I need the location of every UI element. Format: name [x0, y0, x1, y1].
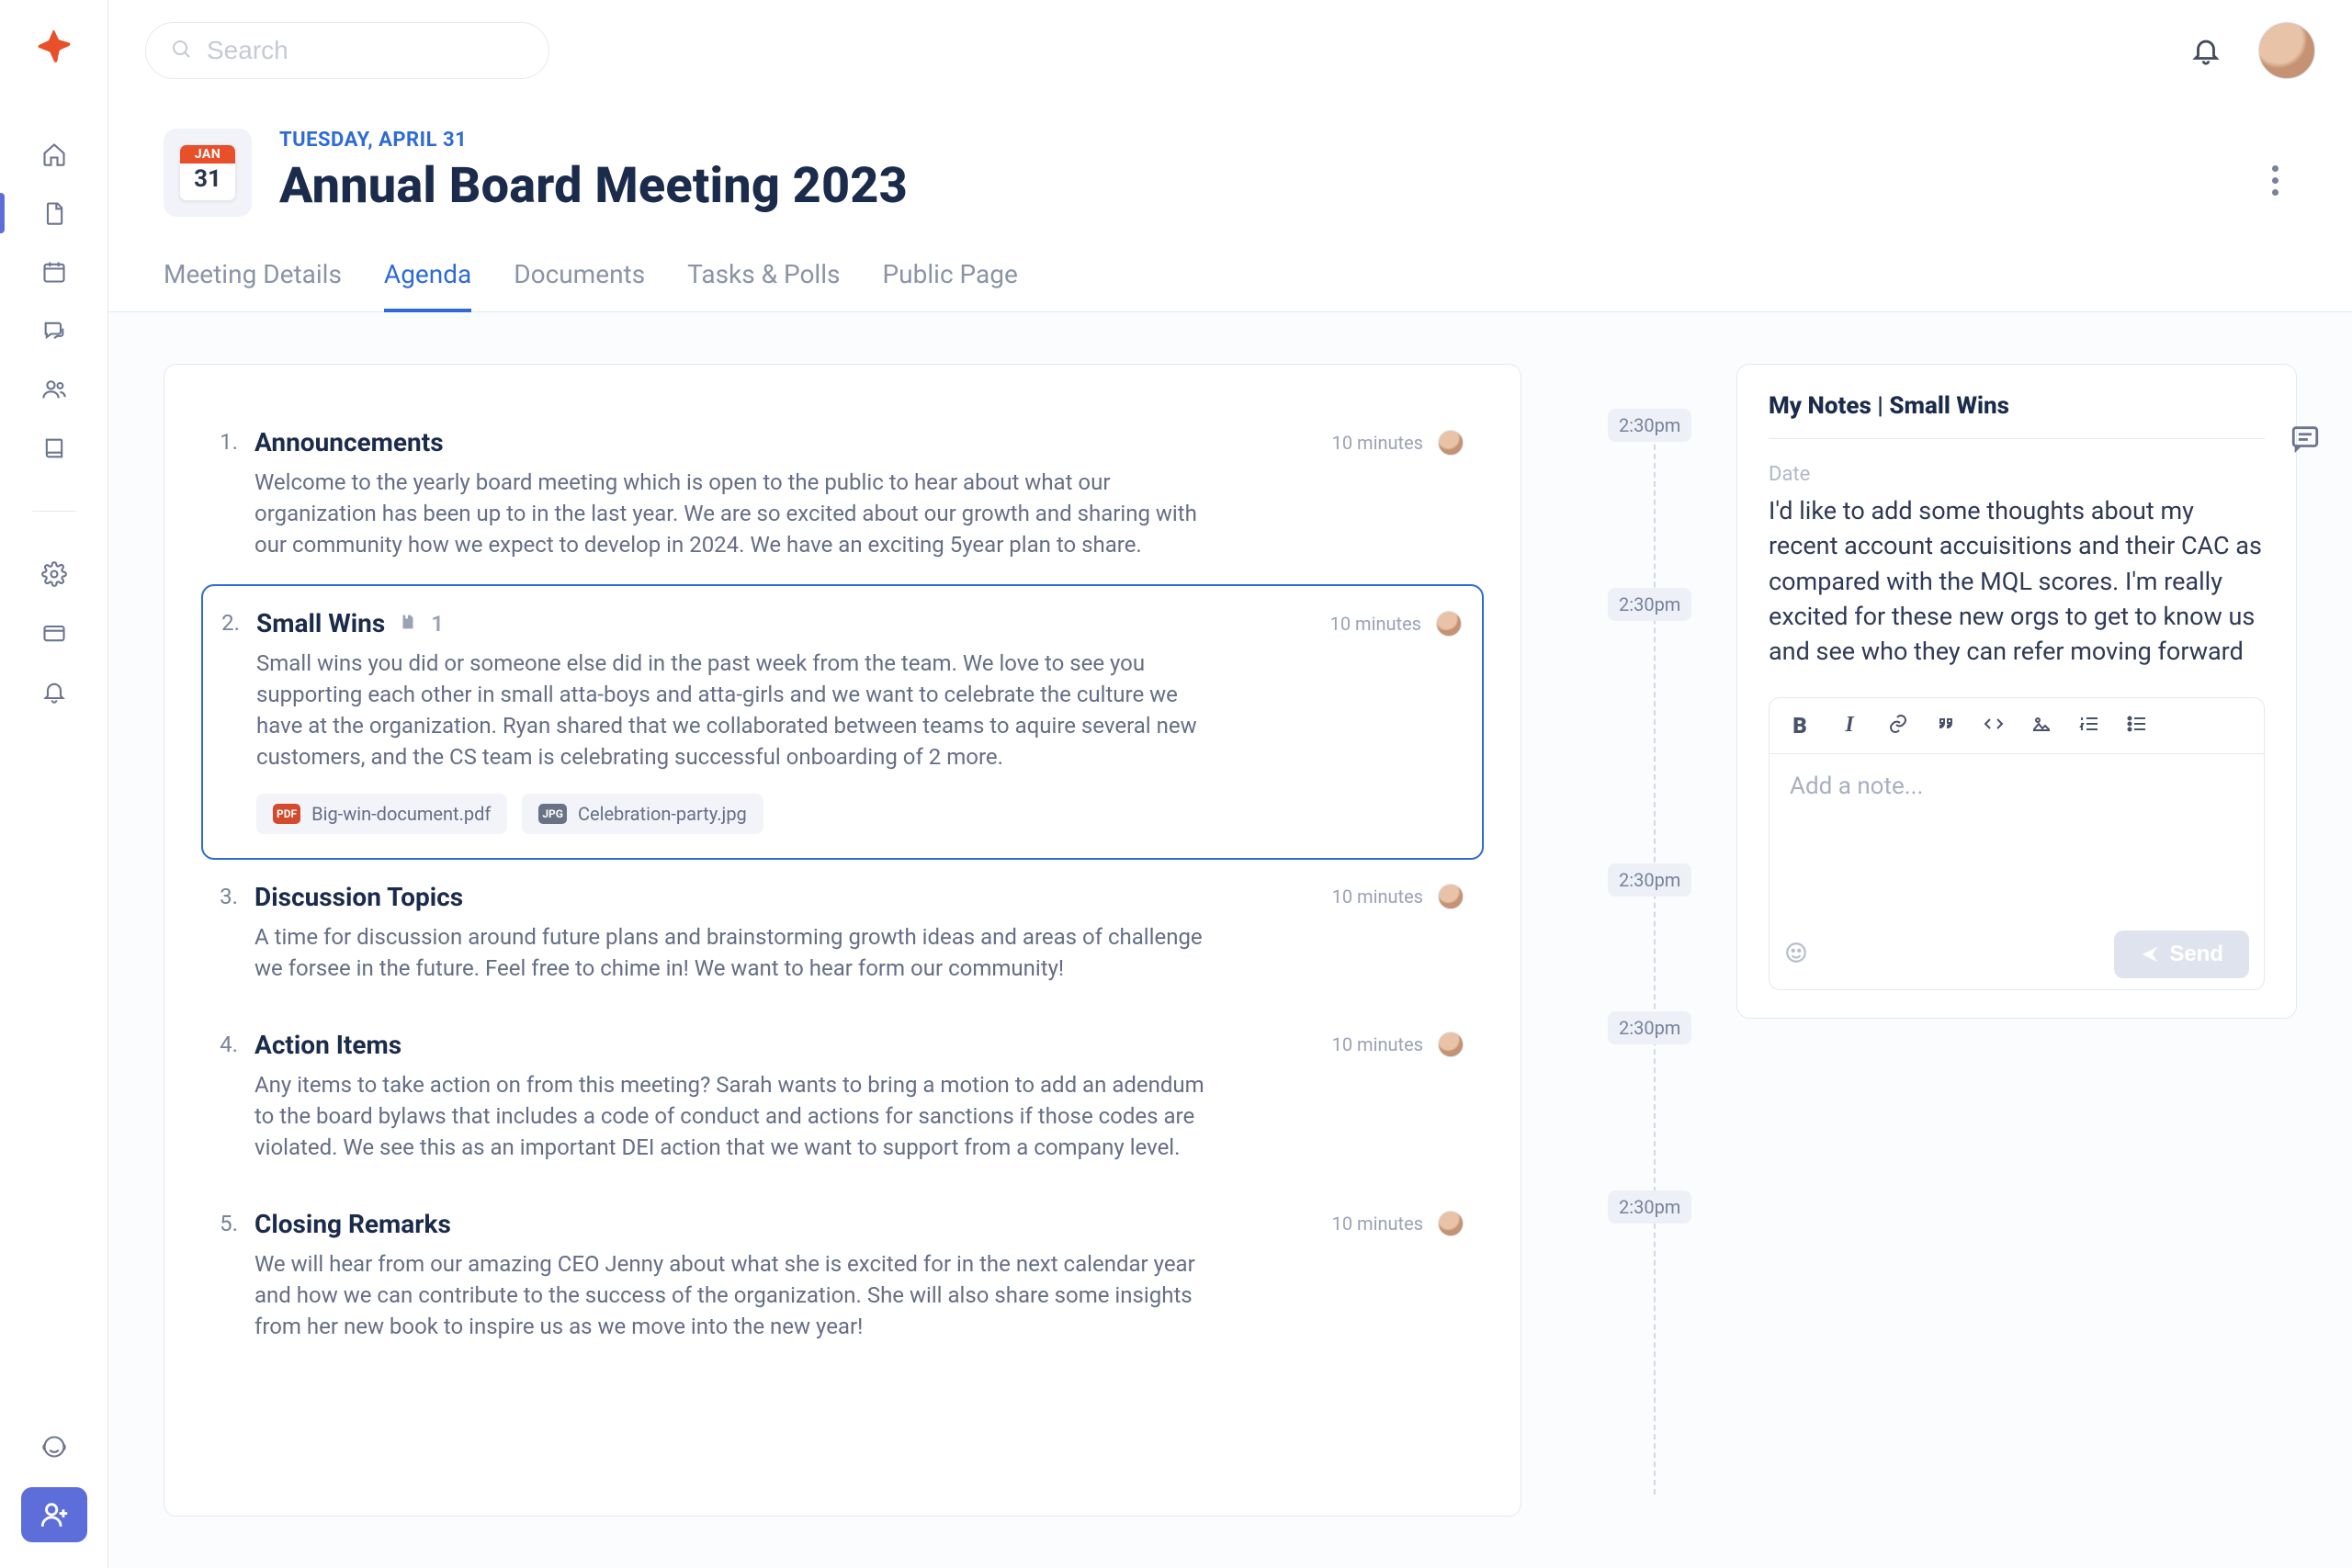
item-number: 3.	[214, 882, 238, 984]
attachment-count: 1	[431, 611, 444, 637]
item-title: Small Wins	[256, 608, 385, 638]
file-chip[interactable]: JPG Celebration-party.jpg	[522, 794, 763, 834]
agenda-item[interactable]: 1. Announcements 10 minutes Welcome to t…	[201, 405, 1484, 584]
file-name: Big-win-document.pdf	[311, 803, 491, 825]
nav-document-icon[interactable]	[40, 198, 69, 228]
more-options-icon[interactable]	[2272, 165, 2278, 196]
time-pill: 2:30pm	[1608, 1190, 1691, 1224]
header-date: TUESDAY, APRIL 31	[279, 129, 908, 152]
tab-tasks-polls[interactable]: Tasks & Polls	[687, 259, 840, 311]
search-field[interactable]	[145, 22, 549, 79]
nav-settings-icon[interactable]	[40, 559, 69, 589]
agenda-card: 1. Announcements 10 minutes Welcome to t…	[164, 364, 1521, 1517]
agenda-item[interactable]: 3. Discussion Topics 10 minutes A time f…	[201, 860, 1484, 1008]
item-duration: 10 minutes	[1332, 1033, 1423, 1055]
list-bullet-icon[interactable]	[2126, 713, 2148, 739]
nav-notifications-icon[interactable]	[40, 677, 69, 706]
italic-icon[interactable]: I	[1838, 714, 1861, 738]
tab-meeting-details[interactable]: Meeting Details	[164, 259, 342, 311]
link-icon[interactable]	[1887, 713, 1909, 739]
item-owner-avatar[interactable]	[1438, 884, 1464, 909]
item-title: Discussion Topics	[254, 882, 463, 912]
nav-calendar-icon[interactable]	[40, 257, 69, 287]
chat-rail-icon[interactable]	[2290, 423, 2321, 457]
calendar-month: JAN	[180, 145, 235, 164]
calendar-day: 31	[194, 164, 221, 193]
send-label: Send	[2169, 942, 2223, 967]
quote-icon[interactable]	[1935, 713, 1957, 739]
tab-public-page[interactable]: Public Page	[883, 259, 1018, 311]
brand-logo[interactable]	[34, 28, 74, 72]
attachment-icon	[398, 612, 418, 636]
user-avatar[interactable]	[2258, 22, 2315, 79]
nav-book-icon[interactable]	[40, 434, 69, 463]
code-icon[interactable]	[1983, 713, 2005, 739]
emoji-icon[interactable]	[1784, 941, 1808, 968]
list-ordered-icon[interactable]	[2078, 713, 2100, 739]
nav-divider	[32, 511, 76, 512]
nav-billing-icon[interactable]	[40, 618, 69, 648]
image-icon[interactable]	[2030, 713, 2052, 739]
item-description: Welcome to the yearly board meeting whic…	[254, 467, 1210, 560]
notes-panel: My Notes | Small Wins Date I'd like to a…	[1736, 364, 2297, 1019]
agenda-item[interactable]: 2. Small Wins 1 10 minutes Small wins yo…	[201, 584, 1484, 859]
notes-body: I'd like to add some thoughts about my r…	[1769, 493, 2265, 670]
time-pill: 2:30pm	[1608, 409, 1691, 442]
agenda-item[interactable]: 4. Action Items 10 minutes Any items to …	[201, 1008, 1484, 1187]
bold-icon[interactable]: B	[1788, 714, 1812, 738]
item-description: We will hear from our amazing CEO Jenny …	[254, 1248, 1210, 1342]
tab-agenda[interactable]: Agenda	[384, 259, 471, 311]
time-pill: 2:30pm	[1608, 588, 1691, 621]
add-user-button[interactable]	[21, 1487, 87, 1542]
nav-users-icon[interactable]	[40, 375, 69, 404]
item-owner-avatar[interactable]	[1438, 1032, 1464, 1057]
file-type-badge: JPG	[538, 804, 567, 824]
tab-documents[interactable]: Documents	[514, 259, 645, 311]
item-number: 4.	[214, 1030, 238, 1163]
item-owner-avatar[interactable]	[1438, 430, 1464, 456]
item-duration: 10 minutes	[1330, 613, 1421, 635]
item-duration: 10 minutes	[1332, 1213, 1423, 1235]
nav-support-icon[interactable]	[40, 1432, 69, 1461]
item-description: A time for discussion around future plan…	[254, 921, 1210, 984]
item-duration: 10 minutes	[1332, 886, 1423, 908]
item-description: Small wins you did or someone else did i…	[256, 648, 1212, 773]
file-type-badge: PDF	[273, 804, 300, 824]
item-number: 1.	[214, 427, 238, 560]
page-title: Annual Board Meeting 2023	[279, 157, 908, 215]
file-name: Celebration-party.jpg	[578, 803, 747, 825]
item-owner-avatar[interactable]	[1436, 611, 1462, 637]
item-title: Action Items	[254, 1030, 401, 1060]
item-title: Closing Remarks	[254, 1209, 451, 1239]
calendar-badge: JAN 31	[164, 129, 252, 217]
notes-title: My Notes | Small Wins	[1769, 392, 2265, 439]
agenda-item[interactable]: 5. Closing Remarks 10 minutes We will he…	[201, 1187, 1484, 1366]
item-number: 2.	[216, 608, 240, 833]
search-input[interactable]	[205, 35, 540, 66]
time-pill: 2:30pm	[1608, 863, 1691, 897]
note-textarea[interactable]: Add a note...	[1770, 754, 2264, 919]
timeline-rail	[1654, 417, 1656, 1495]
nav-home-icon[interactable]	[40, 140, 69, 169]
tabs: Meeting Details Agenda Documents Tasks &…	[108, 217, 2352, 312]
note-editor: B I Add a note... Send	[1769, 697, 2265, 990]
bell-icon[interactable]	[2190, 35, 2222, 66]
nav-comment-icon[interactable]	[40, 316, 69, 345]
time-pill: 2:30pm	[1608, 1011, 1691, 1044]
item-duration: 10 minutes	[1332, 432, 1423, 454]
item-owner-avatar[interactable]	[1438, 1211, 1464, 1236]
item-title: Announcements	[254, 427, 444, 457]
file-chip[interactable]: PDF Big-win-document.pdf	[256, 794, 507, 834]
timeline: 2:30pm 2:30pm 2:30pm 2:30pm 2:30pm	[1608, 364, 1700, 1517]
notes-date-label: Date	[1769, 463, 2265, 486]
send-button[interactable]: Send	[2114, 931, 2249, 978]
search-icon	[170, 38, 192, 63]
item-number: 5.	[214, 1209, 238, 1342]
editor-toolbar: B I	[1770, 698, 2264, 754]
item-description: Any items to take action on from this me…	[254, 1069, 1210, 1163]
